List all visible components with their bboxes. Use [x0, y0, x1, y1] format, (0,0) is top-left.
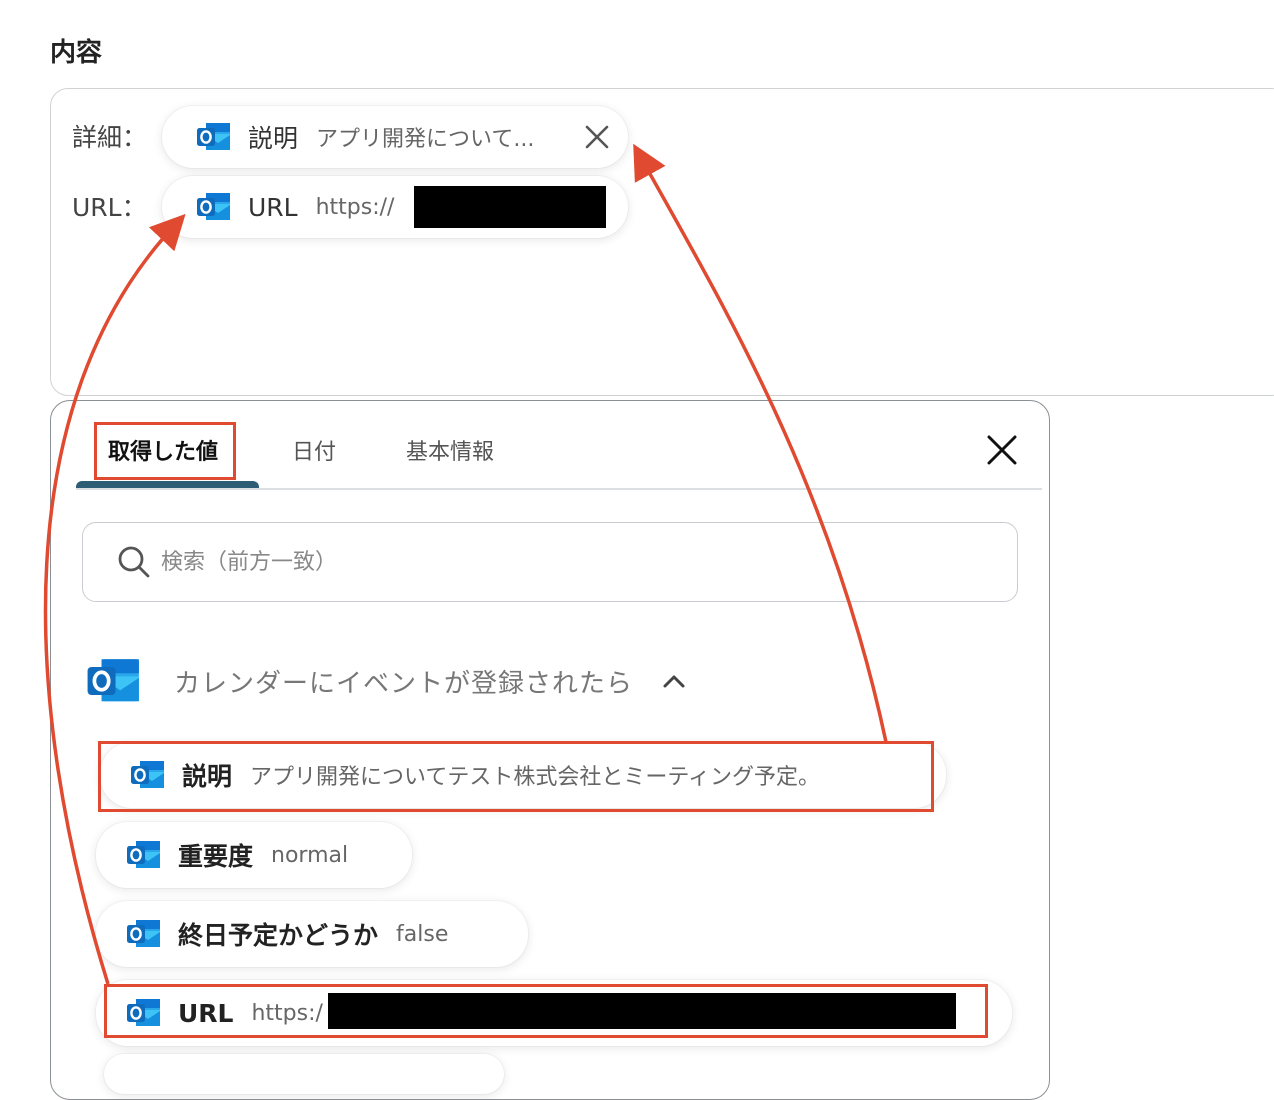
annotation-arrows — [43, 143, 888, 985]
arrow-description — [633, 143, 888, 743]
arrow-url — [43, 213, 186, 985]
